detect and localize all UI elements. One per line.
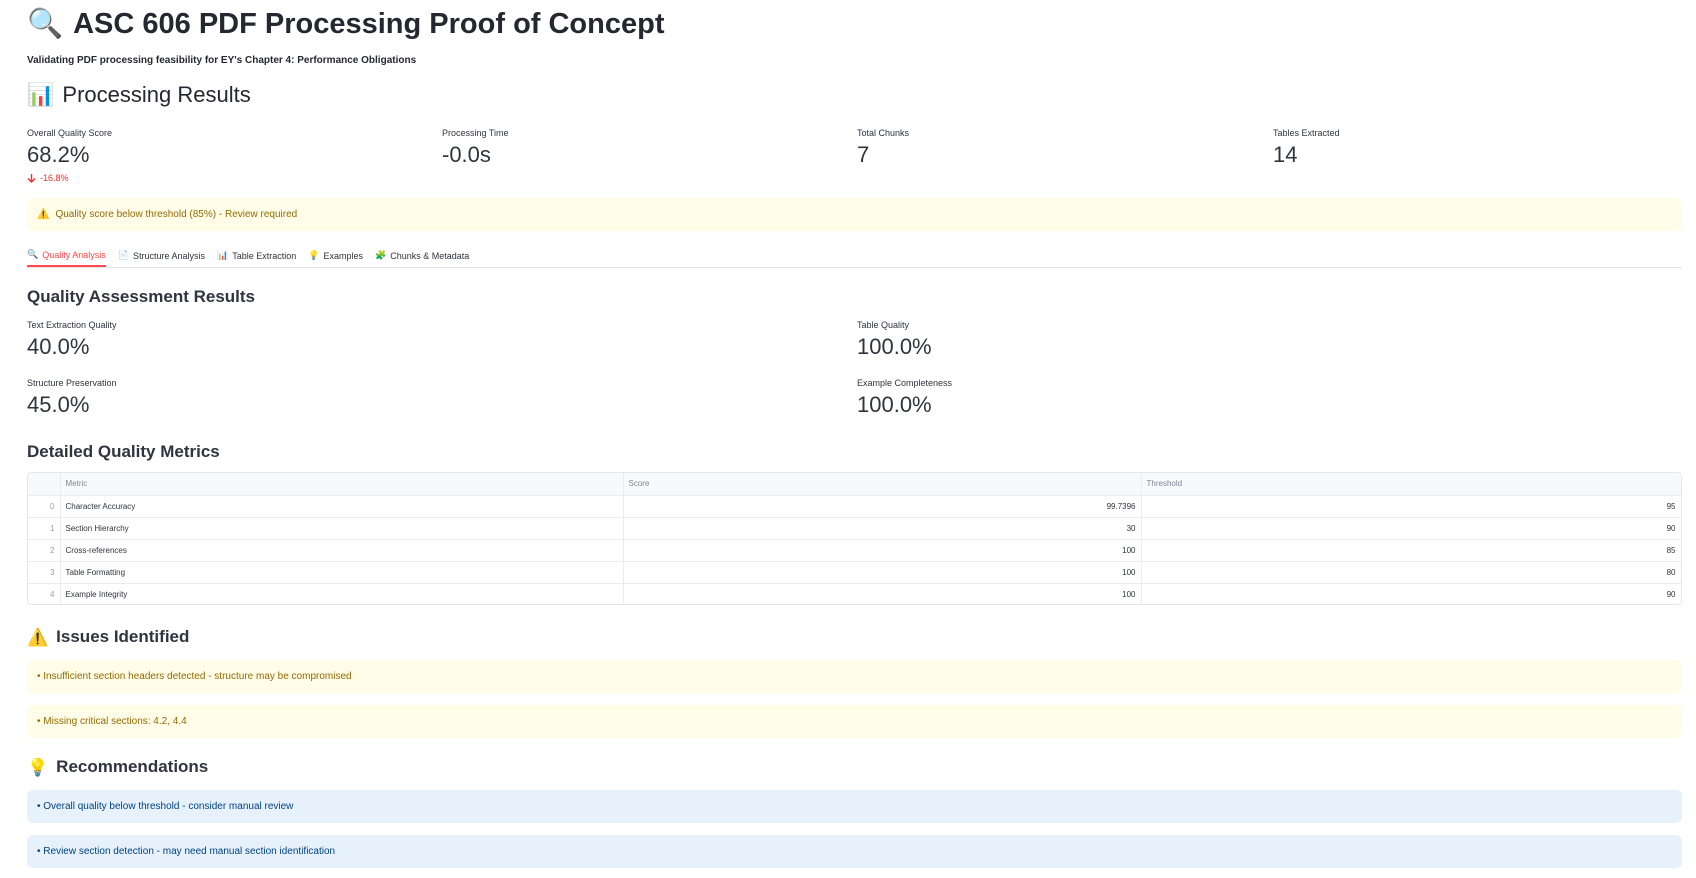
magnifier-icon: 🔍: [27, 249, 39, 259]
cell-threshold[interactable]: 80: [1141, 561, 1681, 584]
metric-delta-value: -16.8%: [40, 173, 69, 183]
cell-score[interactable]: 100: [623, 561, 1142, 584]
row-index: 3: [28, 561, 61, 584]
quality-threshold-warning-text: Quality score below threshold (85%) - Re…: [55, 209, 298, 220]
lightbulb-icon: 💡: [27, 757, 49, 777]
document-icon: 📄: [117, 250, 129, 260]
tab-chunks-metadata[interactable]: 🧩 Chunks & Metadata: [375, 244, 469, 267]
cell-score[interactable]: 100: [623, 583, 1142, 604]
processing-results-heading: 📊 Processing Results: [27, 82, 251, 108]
detailed-metrics-heading: Detailed Quality Metrics: [27, 442, 220, 461]
recommendation-alert: • Review section detection - may need ma…: [27, 835, 1682, 868]
page-title: 🔍 ASC 606 PDF Processing Proof of Concep…: [27, 8, 665, 41]
issues-heading: ⚠️ Issues Identified: [27, 627, 189, 647]
metric-value: 68.2%: [27, 142, 90, 167]
row-index: 2: [28, 539, 61, 562]
metric-text-extraction-quality: Text Extraction Quality 40.0%: [27, 320, 117, 360]
issue-alert: • Insufficient section headers detected …: [27, 660, 1682, 693]
metric-label: Text Extraction Quality: [27, 320, 117, 330]
cell-threshold[interactable]: 85: [1141, 539, 1681, 562]
table-row: 4 Example Integrity 100 90: [28, 583, 1681, 604]
tab-label: Table Extraction: [232, 250, 297, 261]
table-row: 1 Section Hierarchy 30 90: [28, 517, 1681, 540]
metric-structure-preservation: Structure Preservation 45.0%: [27, 378, 117, 418]
lightbulb-icon: 💡: [308, 250, 320, 260]
cell-threshold[interactable]: 90: [1141, 583, 1681, 604]
row-index: 0: [28, 495, 61, 518]
metric-example-completeness: Example Completeness 100.0%: [857, 378, 952, 418]
table-header-row: Metric Score Threshold: [28, 473, 1681, 496]
column-header-index: [28, 473, 61, 496]
cell-threshold[interactable]: 95: [1141, 495, 1681, 518]
table-row: 3 Table Formatting 100 80: [28, 561, 1681, 584]
row-index: 4: [28, 583, 61, 604]
page-title-text: ASC 606 PDF Processing Proof of Concept: [73, 8, 665, 40]
magnifier-icon: 🔍: [27, 8, 64, 40]
metric-delta: -16.8%: [27, 173, 112, 183]
table-row: 2 Cross-references 100 85: [28, 539, 1681, 562]
metric-value: 100.0%: [857, 334, 932, 359]
cell-threshold[interactable]: 90: [1141, 517, 1681, 540]
metric-value: 7: [857, 142, 870, 167]
metric-tables-extracted: Tables Extracted 14: [1273, 128, 1340, 168]
column-header-metric[interactable]: Metric: [60, 473, 624, 496]
tab-quality-analysis[interactable]: 🔍 Quality Analysis: [27, 244, 106, 267]
metric-table-quality: Table Quality 100.0%: [857, 320, 932, 360]
issues-heading-text: Issues Identified: [56, 627, 190, 646]
metric-value: 14: [1273, 142, 1298, 167]
cell-score[interactable]: 30: [623, 517, 1142, 540]
tab-label: Chunks & Metadata: [390, 250, 470, 261]
page-subtitle: Validating PDF processing feasibility fo…: [27, 55, 417, 66]
recommendations-heading: 💡 Recommendations: [27, 757, 208, 777]
recommendations-heading-text: Recommendations: [56, 757, 209, 776]
table-row: 0 Character Accuracy 99.7396 95: [28, 495, 1681, 518]
quality-threshold-warning: ⚠️ Quality score below threshold (85%) -…: [27, 198, 1682, 231]
tab-structure-analysis[interactable]: 📄 Structure Analysis: [118, 244, 205, 267]
column-header-score[interactable]: Score: [623, 473, 1142, 496]
cell-metric[interactable]: Cross-references: [60, 539, 624, 562]
quality-assessment-heading: Quality Assessment Results: [27, 287, 256, 306]
metric-value: 100.0%: [857, 392, 932, 417]
warning-icon: ⚠️: [37, 208, 50, 220]
cell-score[interactable]: 99.7396: [623, 495, 1142, 518]
metric-overall-quality: Overall Quality Score 68.2% -16.8%: [27, 128, 112, 183]
cell-score[interactable]: 100: [623, 539, 1142, 562]
metric-label: Structure Preservation: [27, 378, 117, 388]
metric-label: Tables Extracted: [1273, 128, 1340, 138]
tab-label: Structure Analysis: [132, 250, 205, 261]
bar-chart-icon: 📊: [217, 250, 229, 260]
warning-icon: ⚠️: [27, 627, 49, 647]
metric-label: Overall Quality Score: [27, 128, 113, 138]
tab-table-extraction[interactable]: 📊 Table Extraction: [217, 244, 296, 267]
metric-label: Example Completeness: [857, 378, 953, 388]
metric-processing-time: Processing Time -0.0s: [442, 128, 509, 168]
metric-value: 40.0%: [27, 334, 90, 359]
metric-label: Processing Time: [442, 128, 509, 138]
tab-label: Examples: [323, 250, 363, 261]
cell-metric[interactable]: Table Formatting: [60, 561, 624, 584]
cell-metric[interactable]: Example Integrity: [60, 583, 624, 604]
metric-value: -0.0s: [442, 142, 491, 167]
column-header-threshold[interactable]: Threshold: [1141, 473, 1681, 496]
issue-alert: • Missing critical sections: 4.2, 4.4: [27, 705, 1682, 738]
arrow-down-icon: [27, 174, 36, 183]
cell-metric[interactable]: Character Accuracy: [60, 495, 624, 518]
cell-metric[interactable]: Section Hierarchy: [60, 517, 624, 540]
row-index: 1: [28, 517, 61, 540]
bar-chart-icon: 📊: [27, 82, 55, 107]
tab-label: Quality Analysis: [42, 249, 106, 260]
tab-bar: 🔍 Quality Analysis 📄 Structure Analysis …: [27, 244, 1682, 268]
puzzle-icon: 🧩: [375, 250, 387, 260]
metric-value: 45.0%: [27, 392, 90, 417]
metric-label: Table Quality: [857, 320, 910, 330]
metric-total-chunks: Total Chunks 7: [857, 128, 909, 168]
processing-results-heading-text: Processing Results: [62, 82, 251, 107]
recommendation-alert: • Overall quality below threshold - cons…: [27, 790, 1682, 823]
metric-label: Total Chunks: [857, 128, 910, 138]
quality-metrics-table[interactable]: Metric Score Threshold 0 Character Accur…: [27, 472, 1682, 605]
tab-examples[interactable]: 💡 Examples: [308, 244, 363, 267]
